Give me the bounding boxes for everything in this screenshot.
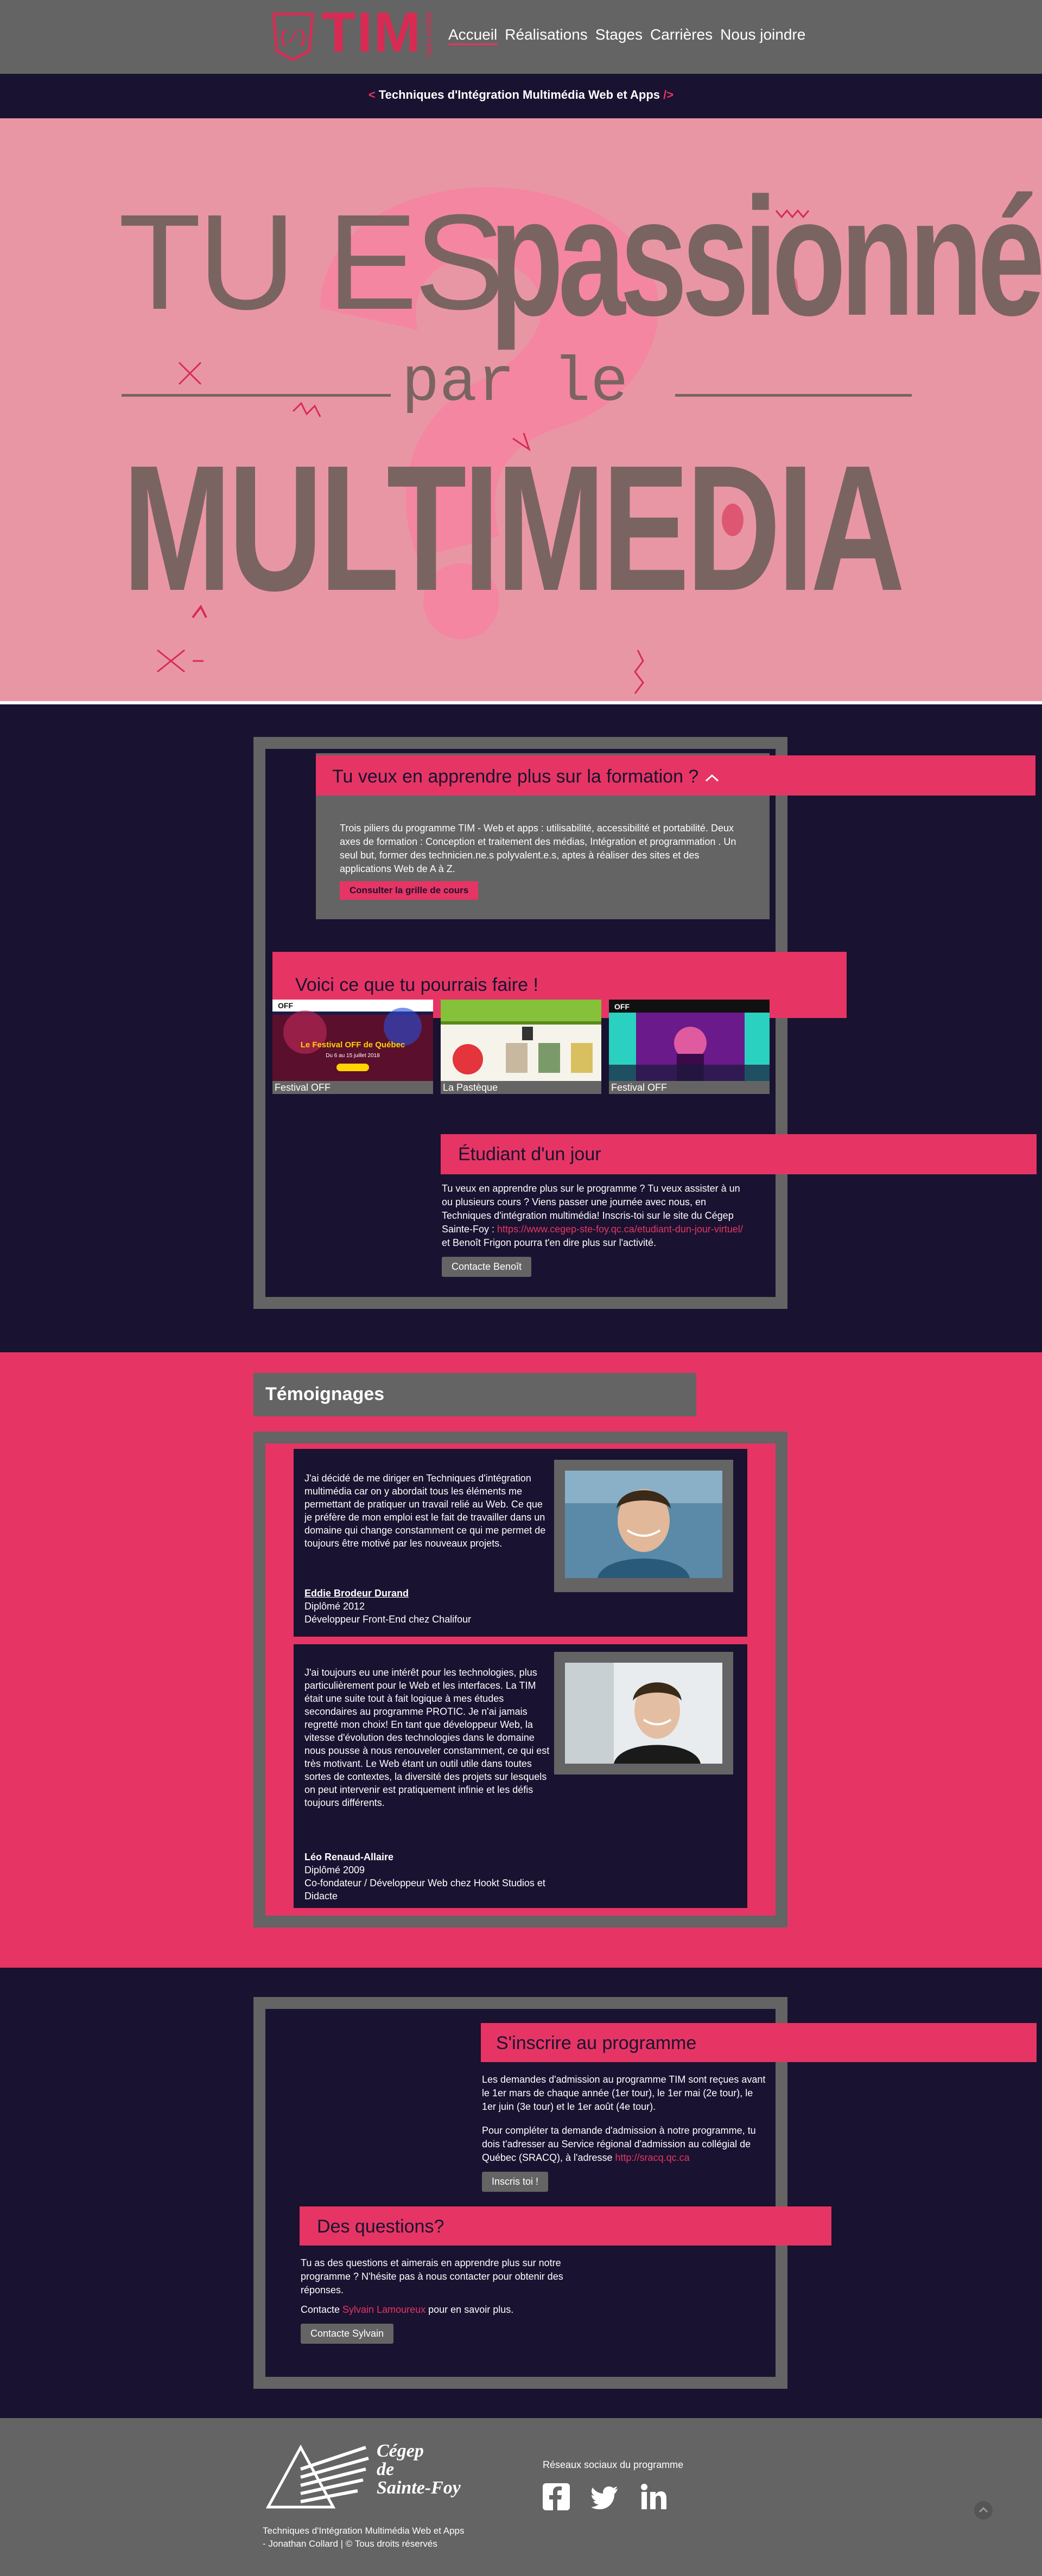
hero-line-multimedia: MULTIMEDIA: [123, 428, 905, 628]
main-nav: Accueil Réalisations Stages Carrières No…: [448, 26, 805, 45]
cegep-line-1: Cégep: [377, 2441, 424, 2461]
sylvain-link[interactable]: Sylvain Lamoureux: [342, 2304, 425, 2315]
festival-off-screenshot-2: OFF: [609, 1000, 770, 1081]
testimonial-author: Eddie Brodeur Durand Diplômé 2012 Dévelo…: [304, 1587, 471, 1626]
section-inscription: S'inscrire au programme Les demandes d'a…: [0, 1968, 1042, 2418]
hero-line-par-le: par le: [402, 347, 628, 419]
inscription-text-2: Pour compléter ta demande d'admission à …: [482, 2124, 767, 2165]
questions-contact: Contacte Sylvain Lamoureux pour en savoi…: [301, 2303, 572, 2317]
inscription-title: S'inscrire au programme: [496, 2033, 697, 2053]
section-temoignages: Témoignages J'ai décidé de me diriger en…: [0, 1352, 1042, 1968]
facebook-icon[interactable]: [543, 2483, 570, 2510]
formation-header[interactable]: Tu veux en apprendre plus sur la formati…: [316, 755, 1035, 796]
formation-text: Trois piliers du programme TIM - Web et …: [340, 823, 736, 874]
contact-text-end: pour en savoir plus.: [425, 2304, 514, 2315]
testimonial-card-2: J'ai toujours eu une intérêt pour les te…: [294, 1644, 747, 1908]
twitter-icon[interactable]: [592, 2483, 619, 2510]
realisation-label: La Pastèque: [441, 1081, 601, 1094]
site-header: {/} TIM WEB ET APPS Accueil Réalisations…: [0, 0, 1042, 74]
thumb-caption: Le Festival OFF de Québec: [301, 1040, 405, 1050]
author-role: Développeur Front-End chez Chalifour: [304, 1614, 472, 1625]
festival-off-screenshot: OFF Le Festival OFF de Québec Du 6 au 15…: [272, 1000, 433, 1081]
questions-header: Des questions?: [300, 2206, 831, 2246]
nav-accueil[interactable]: Accueil: [448, 26, 498, 45]
contact-benoit-button[interactable]: Contacte Benoît: [442, 1257, 532, 1277]
section-programme: Trois piliers du programme TIM - Web et …: [0, 708, 1042, 1352]
photo-frame: [554, 1652, 733, 1774]
svg-text:{/}: {/}: [278, 29, 308, 48]
inscris-toi-button[interactable]: Inscris toi !: [482, 2172, 549, 2192]
program-subtitle: < Techniques d'Intégration Multimédia We…: [0, 74, 1042, 118]
footer-copyright: Techniques d'Intégration Multimédia Web …: [263, 2526, 465, 2549]
social-links: [543, 2483, 668, 2510]
inscription-header: S'inscrire au programme: [481, 2023, 1037, 2062]
testimonial-author: Léo Renaud-Allaire Diplômé 2009 Co-fonda…: [304, 1850, 554, 1903]
hero-line-tu-es: TU ES: [118, 186, 505, 338]
realisation-label: Festival OFF: [272, 1081, 433, 1094]
etudiant-link[interactable]: https://www.cegep-ste-foy.qc.ca/etudiant…: [497, 1224, 743, 1235]
questions-title: Des questions?: [317, 2216, 444, 2237]
cegep-book-icon: [265, 2444, 369, 2509]
author-name: Eddie Brodeur Durand: [304, 1588, 409, 1599]
hero-divider-left: [122, 394, 391, 397]
temoignages-title: Témoignages: [265, 1384, 385, 1404]
realisation-card-2[interactable]: La Pastèque: [441, 1000, 601, 1094]
svg-text:OFF: OFF: [614, 1002, 630, 1011]
etudiant-text-end: et Benoît Frigon pourra t'en dire plus s…: [442, 1237, 657, 1248]
etudiant-title: Étudiant d'un jour: [458, 1144, 601, 1165]
social-title: Réseaux sociaux du programme: [543, 2459, 684, 2470]
la-pasteque-screenshot: [441, 1000, 601, 1081]
thumb-dates: Du 6 au 15 juillet 2018: [326, 1053, 380, 1059]
testimonial-text: J'ai toujours eu une intérêt pour les te…: [304, 1667, 550, 1808]
contact-text-start: Contacte: [301, 2304, 343, 2315]
etudiant-text: Tu veux en apprendre plus sur le program…: [442, 1182, 744, 1250]
eddie-photo: [565, 1471, 722, 1578]
logo-subtext: WEB ET APPS: [425, 12, 433, 57]
formation-title: Tu veux en apprendre plus sur la formati…: [332, 766, 699, 787]
realisation-card-3[interactable]: OFF Festival OFF: [609, 1000, 770, 1094]
inscription-text-1: Les demandes d'admission au programme TI…: [482, 2074, 766, 2112]
nav-carrieres[interactable]: Carrières: [650, 26, 713, 45]
cegep-line-3: Sainte-Foy: [377, 2478, 461, 2498]
leo-photo: [565, 1663, 722, 1764]
scroll-top-icon[interactable]: [974, 2501, 993, 2520]
linkedin-icon[interactable]: [640, 2483, 668, 2510]
nav-stages[interactable]: Stages: [595, 26, 643, 45]
hero-banner: TU ES passionné par le MULTIMEDIA: [0, 118, 1042, 704]
realisation-label: Festival OFF: [609, 1081, 770, 1094]
author-diploma: Diplômé 2009: [304, 1865, 365, 1875]
program-name: Techniques d'Intégration Multimédia Web …: [378, 88, 660, 101]
questions-text: Tu as des questions et aimerais en appre…: [301, 2257, 563, 2295]
temoignages-header: Témoignages: [253, 1373, 696, 1416]
testimonial-card-1: J'ai décidé de me diriger en Techniques …: [294, 1449, 747, 1637]
tim-logo[interactable]: {/} TIM WEB ET APPS: [271, 4, 434, 65]
author-diploma: Diplômé 2012: [304, 1601, 365, 1612]
photo-frame: [554, 1460, 733, 1592]
chevron-up-icon[interactable]: [704, 772, 720, 783]
author-role: Co-fondateur / Développeur Web chez Hook…: [304, 1878, 545, 1901]
hero-divider-right: [675, 394, 912, 397]
grille-cours-button[interactable]: Consulter la grille de cours: [340, 881, 479, 900]
sracq-link[interactable]: http://sracq.qc.ca: [615, 2152, 690, 2163]
realisations-title: Voici ce que tu pourrais faire !: [295, 975, 538, 995]
svg-text:OFF: OFF: [278, 1001, 293, 1010]
nav-realisations[interactable]: Réalisations: [505, 26, 588, 45]
realisation-card-1[interactable]: OFF Le Festival OFF de Québec Du 6 au 15…: [272, 1000, 433, 1094]
author-name: Léo Renaud-Allaire: [304, 1852, 394, 1862]
nav-nous-joindre[interactable]: Nous joindre: [720, 26, 805, 45]
testimonial-text: J'ai décidé de me diriger en Techniques …: [304, 1473, 546, 1549]
hero-line-passionne: passionné: [490, 162, 1042, 351]
logo-text: TIM: [321, 1, 422, 64]
code-shield-icon: {/}: [272, 12, 314, 61]
cegep-logo[interactable]: Cégep de Sainte-Foy: [263, 2437, 469, 2518]
code-open-tag: <: [368, 88, 379, 101]
etudiant-header: Étudiant d'un jour: [441, 1134, 1037, 1174]
cegep-line-2: de: [377, 2459, 395, 2479]
cegep-name: Cégep de Sainte-Foy: [377, 2442, 461, 2497]
contact-sylvain-button[interactable]: Contacte Sylvain: [301, 2324, 394, 2344]
site-footer: Cégep de Sainte-Foy Techniques d'Intégra…: [0, 2418, 1042, 2576]
code-close-tag: />: [660, 88, 674, 101]
